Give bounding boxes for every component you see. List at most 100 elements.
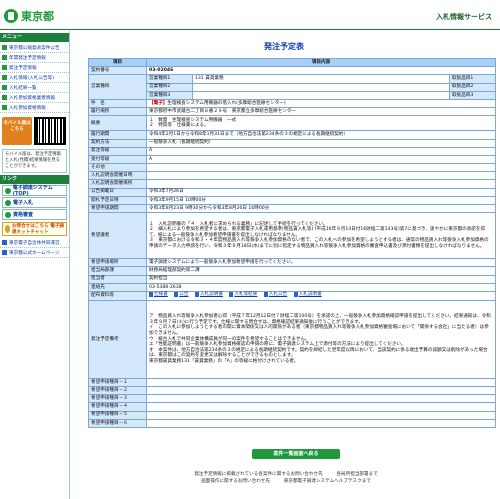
notes: ア 物品買入れ等競争入札参加者心得（平成７年12月12日付７財経二第100号）を… (146, 299, 496, 379)
document-icon (229, 292, 234, 298)
arrow-icon (5, 211, 11, 218)
link-e-procurement-top[interactable]: 電子調達システム(TOP) (2, 185, 67, 197)
tokyo-emblem-icon (4, 9, 18, 23)
receive-rank: A (146, 154, 496, 165)
system-name: 入札情報サービス (436, 13, 492, 21)
mobile-button[interactable]: モバイル版はこちら (2, 117, 32, 145)
hope-value (146, 418, 496, 428)
row-label: 入札説明会開催場所 (88, 179, 147, 189)
link-qualification[interactable]: 資格審査 (2, 209, 67, 220)
item-label: 取扱品目2 (449, 82, 496, 92)
mobile-note: モバイル版は、発注予定情報と入札(見積)結果情報を見ることができます。 (2, 149, 67, 173)
row-label: 履行期間 (88, 130, 147, 140)
doc-link[interactable]: 入札説明書 (194, 292, 223, 298)
arrow-icon (2, 45, 7, 50)
row-label: 受付等級 (88, 154, 147, 165)
row-label: 連絡先 (88, 282, 147, 292)
link-e-municipality[interactable]: 東京電子自治体共同運営 (0, 238, 69, 248)
row-label: 件 名 (88, 98, 147, 109)
other (146, 163, 496, 173)
sidebar-item-schedule[interactable]: 発注予定情報 (0, 63, 69, 73)
doc-link[interactable]: 入札説明書 (293, 292, 322, 298)
logo-text: 東京都 (21, 10, 54, 23)
row-label: 発注予定備考 (88, 299, 147, 379)
row-label: 希望申請場所 (88, 258, 147, 268)
item-label: 取扱品目3 (449, 90, 496, 100)
document-icon (174, 292, 179, 298)
period: 令和4年2月1日から令和8年1月31日まで（地方自治法第234条の３の規定による… (146, 130, 496, 140)
document-icon (263, 292, 268, 298)
sidebar-item-bid-info[interactable]: 入札情報(入札公告等) (0, 73, 69, 83)
header: 東京都 入札情報サービス (0, 0, 500, 30)
item-label: 取扱品目1 (449, 74, 496, 84)
link-e-bidding[interactable]: 電子入札 (2, 197, 67, 208)
arrow-icon (2, 105, 7, 110)
link-tokyo-official[interactable]: 東京都公式ホームページ (0, 248, 69, 258)
row-label: 希望申請種目－４ (88, 402, 147, 412)
place: 東京都府中市武蔵台二丁目８番２９号 東京都立多摩総合医療センター (146, 107, 496, 117)
business-type-value (192, 90, 450, 100)
sidebar-item-koho[interactable]: 東京都公報発表案件公告 (0, 43, 69, 53)
sidebar-links-heading: リンク (0, 175, 69, 184)
link-icon (2, 250, 7, 255)
document-icon (149, 292, 153, 298)
announce-date: 令和3年7月26日 (146, 187, 496, 197)
docs: 仕様書 公告 入札説明書 入札等結果 入札公告 入札説明書 (146, 290, 496, 301)
doc-link[interactable]: 入札公告 (263, 292, 287, 298)
method: 一般競争入札（長期継続契約） (146, 138, 496, 148)
arrow-icon (5, 187, 11, 194)
business-type-value (192, 82, 450, 92)
row-label: 契約番号 (88, 66, 147, 76)
footer-line: 発注予定情報に掲載されている各案件に関するお問い合わせ先 各局所担当部署まで (194, 472, 378, 477)
arrow-icon (2, 55, 7, 60)
row-label: 希望申請種目－６ (88, 418, 147, 428)
dept: 財務局経理部契約第二課 (146, 266, 496, 276)
row-label: 営業種目 (88, 74, 147, 100)
business-type-value: 131 賃貸業務 (192, 74, 450, 84)
col-content: 項目内容 (146, 57, 496, 68)
mobile-section: モバイル版はこちら (0, 115, 69, 147)
sidebar-item-qualification[interactable]: 入札参加資格情報 (0, 103, 69, 113)
arrow-icon (2, 65, 7, 70)
row-label: 配布資料等 (88, 290, 147, 301)
sidebar-item-vendors[interactable]: 入札参加資格業者情報 (0, 93, 69, 103)
sidebar-item-annual[interactable]: 年間発注予定情報 (0, 53, 69, 63)
business-type-label: 営業種目1 (146, 74, 193, 84)
contract-no: 03-02046 (146, 66, 496, 76)
qr-code-icon (34, 117, 66, 145)
inquiry-banner[interactable]: お問合せはこちら 電子調達ネットチャット (2, 222, 67, 236)
arrow-icon (2, 85, 7, 90)
tokyo-logo[interactable]: 東京都 (4, 8, 54, 24)
col-item: 項目 (88, 57, 147, 68)
row-label: 担当局部課 (88, 266, 147, 276)
hope-value (146, 386, 496, 396)
row-label: 希望申請種目－３ (88, 394, 147, 404)
hope-value (146, 394, 496, 404)
back-to-list-button[interactable]: 案件一覧画面へ戻る (252, 449, 340, 459)
hope-value (146, 377, 496, 388)
page-title: 発注予定表 (264, 42, 304, 51)
row-label: 契約方法 (88, 138, 147, 148)
document-icon (194, 292, 199, 298)
row-label: 希望申請種目－２ (88, 386, 147, 396)
chat-icon (5, 225, 10, 233)
doc-link[interactable]: 入札等結果 (229, 292, 257, 298)
tel: 03-5388-2638 (146, 282, 496, 292)
arrow-icon (5, 199, 11, 206)
hope-value (146, 410, 496, 420)
row-label: 発注等級 (88, 146, 147, 156)
row-label: 概要 (88, 115, 147, 132)
conditions: １ 入札説明書の「４ 入札者に求められる義務」に記述して手続を行ってください。 … (146, 212, 496, 260)
document-icon (293, 292, 298, 298)
row-label: 入札説明会開催日時 (88, 171, 147, 181)
briefing-place (146, 179, 496, 189)
sidebar-item-results[interactable]: 入札結果一覧 (0, 83, 69, 93)
sidebar: メニュー 東京都公報発表案件公告 年間発注予定情報 発注予定情報 入札情報(入札… (0, 31, 70, 499)
hope-value (146, 402, 496, 412)
rank: A (146, 146, 496, 156)
arrow-icon (2, 95, 7, 100)
detail-table: 項目 項目内容 契約番号 03-02046 営業種目 営業種目1 131 賃貸業務 取扱… (88, 57, 496, 428)
doc-link[interactable]: 公告 (174, 292, 188, 298)
sidebar-menu-heading: メニュー (0, 33, 69, 42)
doc-link[interactable]: 仕様書 (149, 292, 168, 298)
